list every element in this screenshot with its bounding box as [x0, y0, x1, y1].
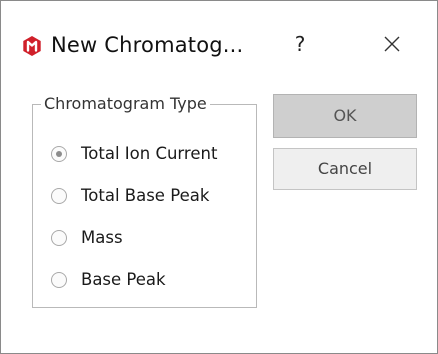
group-legend: Chromatogram Type — [41, 93, 210, 115]
cancel-button[interactable]: Cancel — [273, 148, 417, 190]
radio-button[interactable] — [51, 188, 67, 204]
radio-label[interactable]: Total Ion Current — [81, 142, 217, 166]
radio-label[interactable]: Total Base Peak — [81, 184, 209, 208]
radio-total-ion-current[interactable]: Total Ion Current — [51, 142, 217, 166]
radio-button[interactable] — [51, 272, 67, 288]
app-logo-icon — [21, 35, 43, 57]
title-bar[interactable]: New Chromatog... ? — [1, 1, 437, 81]
chromatogram-type-group: Chromatogram Type Total Ion Current Tota… — [32, 93, 257, 308]
radio-label[interactable]: Mass — [81, 226, 123, 250]
dialog-title: New Chromatog... — [51, 33, 244, 57]
close-icon[interactable] — [375, 27, 409, 61]
radio-button[interactable] — [51, 230, 67, 246]
radio-total-base-peak[interactable]: Total Base Peak — [51, 184, 209, 208]
ok-button[interactable]: OK — [273, 94, 417, 138]
radio-base-peak[interactable]: Base Peak — [51, 268, 166, 292]
radio-label[interactable]: Base Peak — [81, 268, 166, 292]
radio-button-selected[interactable] — [51, 146, 67, 162]
radio-mass[interactable]: Mass — [51, 226, 123, 250]
new-chromatogram-dialog: New Chromatog... ? Chromatogram Type Tot… — [0, 0, 438, 354]
help-button[interactable]: ? — [285, 27, 315, 61]
